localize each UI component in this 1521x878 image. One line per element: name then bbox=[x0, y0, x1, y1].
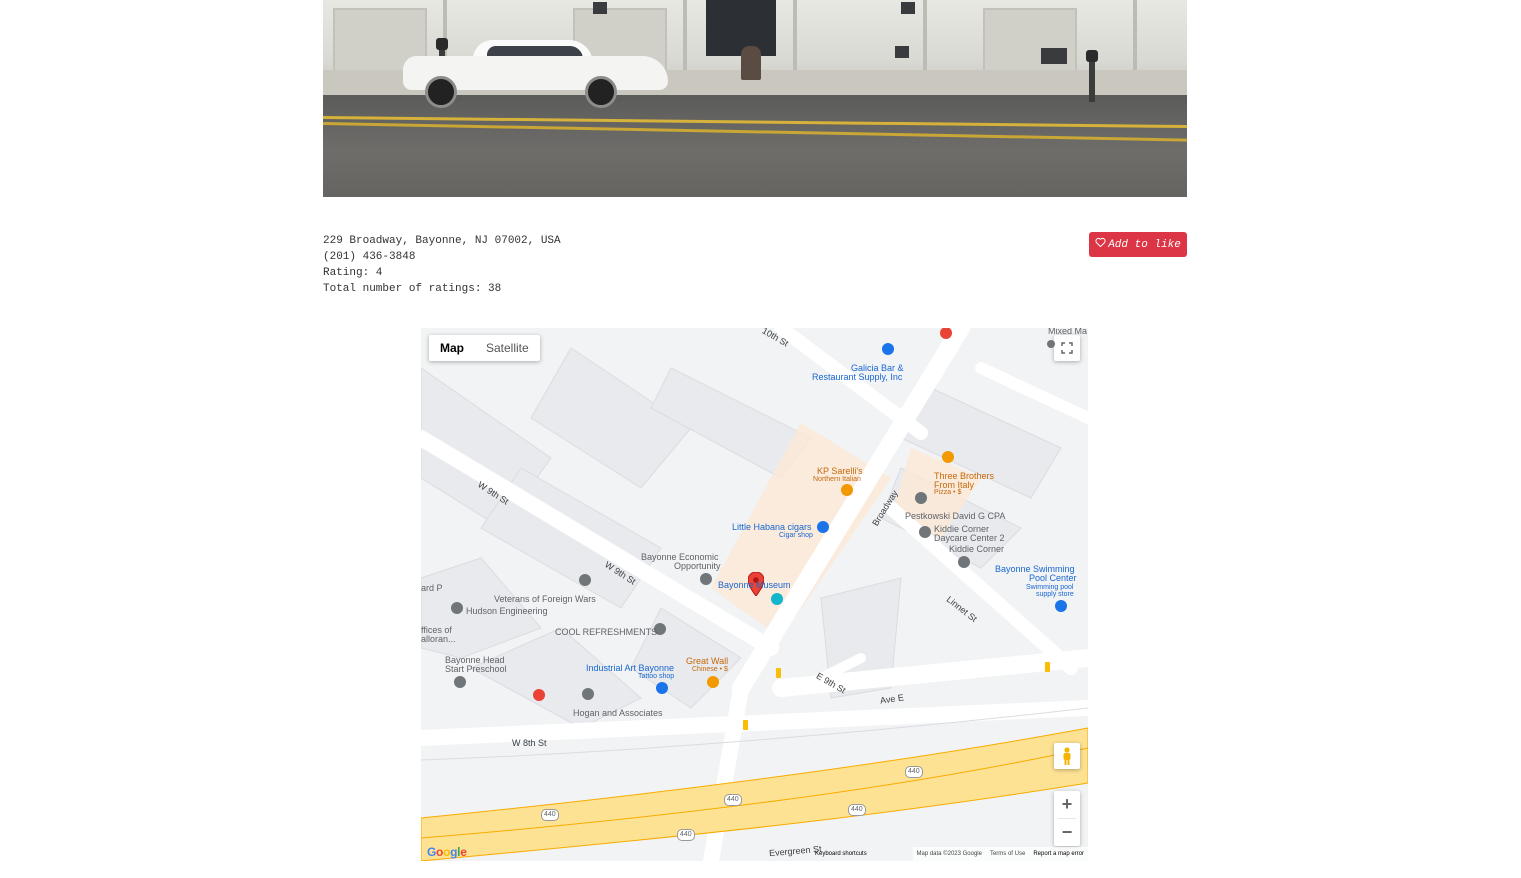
google-logo: Google bbox=[427, 845, 467, 859]
report-error-link[interactable]: Report a map error bbox=[1033, 851, 1084, 857]
zoom-control: + − bbox=[1054, 791, 1080, 846]
poi-sublabel: Cigar shop bbox=[779, 532, 813, 539]
poi-label[interactable]: Little Habana cigars bbox=[732, 522, 812, 532]
poi-sublabel: Chinese • $ bbox=[692, 666, 728, 673]
terms-link[interactable]: Terms of Use bbox=[990, 851, 1025, 857]
poi-label[interactable]: alloran... bbox=[421, 634, 456, 644]
parking-meter bbox=[1086, 50, 1098, 102]
poi-label[interactable]: Bayonne Museum bbox=[718, 580, 791, 590]
heart-icon bbox=[1095, 237, 1106, 252]
pegman-icon bbox=[1063, 747, 1071, 765]
route-shield: 440 bbox=[848, 804, 866, 816]
place-address: 229 Broadway, Bayonne, NJ 07002, USA bbox=[323, 235, 561, 247]
white-car bbox=[403, 38, 668, 108]
poi-label[interactable]: ard P bbox=[421, 583, 443, 593]
facade-ornament bbox=[901, 2, 915, 14]
facade-ornament bbox=[593, 2, 607, 14]
street-label: W 8th St bbox=[512, 738, 547, 748]
map-type-satellite-button[interactable]: Satellite bbox=[475, 335, 540, 361]
place-rating: Rating: 4 bbox=[323, 267, 383, 279]
pedestrian bbox=[741, 46, 761, 80]
poi-label[interactable]: Start Preschool bbox=[445, 664, 507, 674]
google-map[interactable]: Map Satellite + − W 9th St W 9th St Broa… bbox=[421, 328, 1088, 861]
poi-label[interactable]: Kiddie Corner bbox=[949, 544, 1004, 554]
route-shield: 440 bbox=[905, 766, 923, 778]
fullscreen-icon bbox=[1061, 342, 1073, 354]
add-to-like-button[interactable]: Add to like bbox=[1089, 232, 1187, 257]
poi-label[interactable]: Industrial Art Bayonne bbox=[586, 663, 674, 673]
road bbox=[323, 95, 1187, 197]
street-view-pegman-button[interactable] bbox=[1054, 743, 1080, 769]
poi-sublabel: Tattoo shop bbox=[638, 673, 675, 680]
place-details: 229 Broadway, Bayonne, NJ 07002, USA (20… bbox=[323, 233, 561, 297]
poi-label[interactable]: KP Sarelli's bbox=[817, 466, 863, 476]
zoom-out-button[interactable]: − bbox=[1062, 819, 1073, 846]
poi-label[interactable]: Pool Center bbox=[1029, 573, 1077, 583]
poi-label[interactable]: Hogan and Associates bbox=[573, 708, 663, 718]
building-door bbox=[706, 0, 776, 56]
fullscreen-button[interactable] bbox=[1054, 335, 1080, 361]
poi-label[interactable]: Restaurant Supply, Inc bbox=[812, 372, 902, 382]
poi-label[interactable]: Veterans of Foreign Wars bbox=[494, 594, 596, 604]
poi-label[interactable]: Mixed Ma bbox=[1048, 328, 1087, 336]
place-total-ratings: Total number of ratings: 38 bbox=[323, 283, 502, 295]
map-attribution-bar: Map data ©2023 Google Terms of Use Repor… bbox=[912, 847, 1088, 861]
map-type-control: Map Satellite bbox=[429, 335, 540, 361]
route-shield: 440 bbox=[541, 809, 559, 821]
map-type-map-button[interactable]: Map bbox=[429, 335, 475, 361]
facade-ornament bbox=[895, 46, 909, 58]
poi-label[interactable]: Pestkowski David G CPA bbox=[905, 511, 1005, 521]
poi-label[interactable]: COOL REFRESHMENTS bbox=[555, 627, 657, 637]
map-data-attribution: Map data ©2023 Google bbox=[916, 851, 982, 857]
poi-sublabel: supply store bbox=[1036, 591, 1074, 598]
poi-label[interactable]: Hudson Engineering bbox=[466, 606, 548, 616]
keyboard-shortcuts-link[interactable]: Keyboard shortcuts bbox=[815, 847, 867, 861]
zoom-in-button[interactable]: + bbox=[1062, 791, 1073, 818]
route-shield: 440 bbox=[724, 794, 742, 806]
facade-plaque bbox=[1041, 48, 1067, 64]
route-shield: 440 bbox=[677, 829, 695, 841]
poi-label[interactable]: Daycare Center 2 bbox=[934, 533, 1005, 543]
street-view-photo bbox=[323, 0, 1187, 197]
poi-label[interactable]: Great Wall bbox=[686, 656, 728, 666]
poi-sublabel: Pizza • $ bbox=[934, 489, 962, 496]
add-to-like-label: Add to like bbox=[1108, 238, 1181, 251]
poi-label[interactable]: Opportunity bbox=[674, 561, 721, 571]
poi-sublabel: Northern Italian bbox=[813, 476, 861, 483]
place-phone: (201) 436-3848 bbox=[323, 251, 416, 263]
